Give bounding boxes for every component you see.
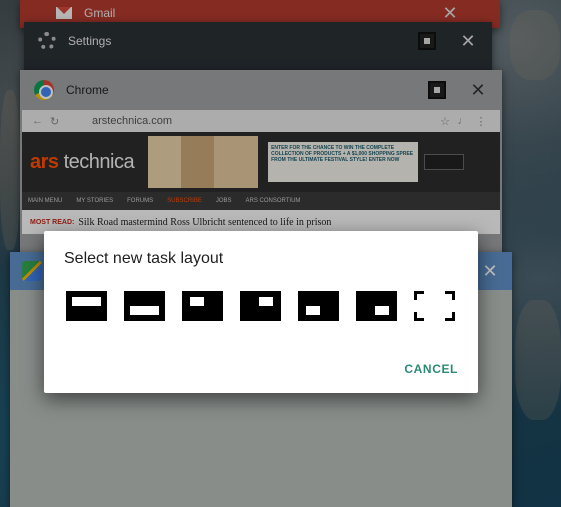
layout-top-right-icon[interactable] (240, 291, 281, 321)
layout-bottom-right-icon[interactable] (356, 291, 397, 321)
layout-bottom-half-icon[interactable] (124, 291, 165, 321)
layout-top-left-icon[interactable] (182, 291, 223, 321)
layout-fullscreen-icon[interactable] (414, 291, 455, 321)
cancel-button[interactable]: CANCEL (404, 362, 458, 376)
dialog-title: Select new task layout (64, 250, 224, 267)
layout-top-half-icon[interactable] (66, 291, 107, 321)
task-layout-dialog: Select new task layout CANCEL (44, 231, 478, 393)
layout-bottom-left-icon[interactable] (298, 291, 339, 321)
layout-options (66, 291, 455, 321)
